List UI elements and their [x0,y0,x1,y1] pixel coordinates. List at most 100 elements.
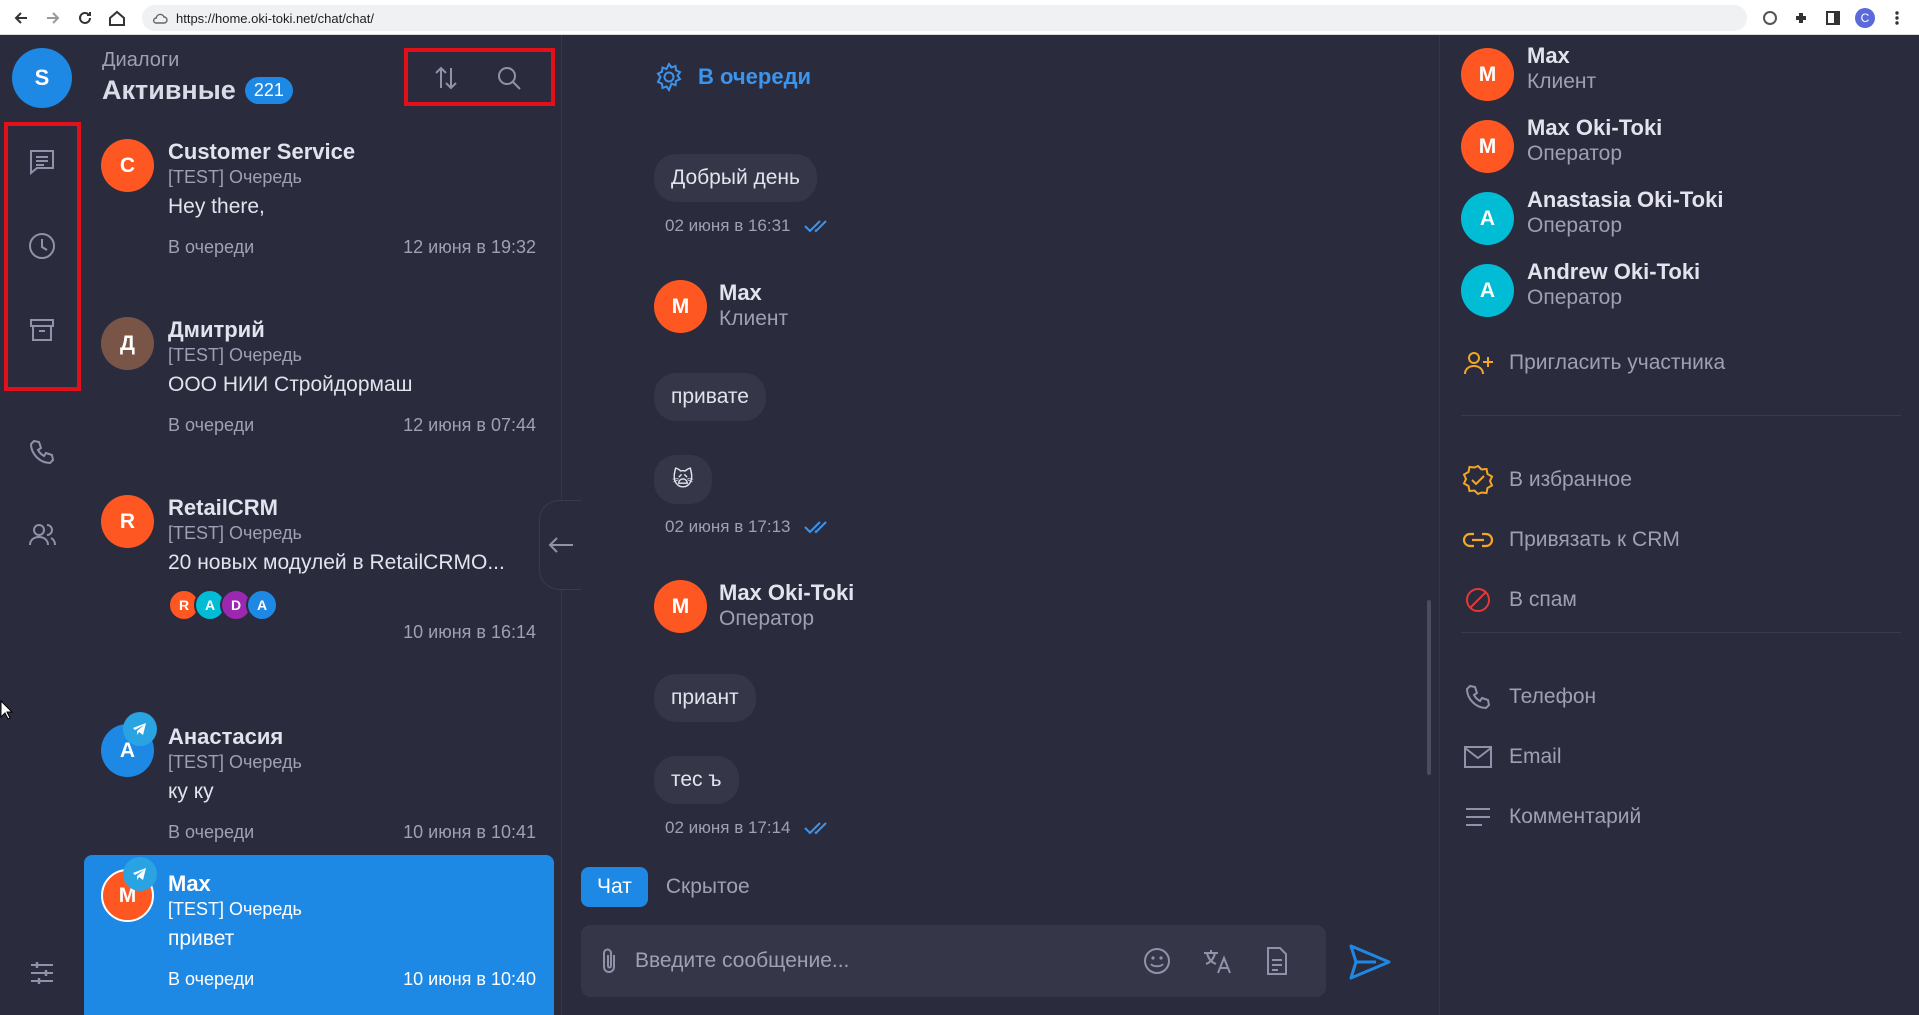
dialog-info-panel: M Max Клиент M Max Oki-Toki Оператор A A… [1439,35,1919,1015]
archive-icon[interactable] [22,310,62,350]
address-bar[interactable]: https://home.oki-toki.net/chat/chat/ [142,5,1747,31]
message-bubble: Добрый день [654,154,817,202]
section-label: Диалоги [102,49,180,71]
spam-button[interactable]: В спам [1461,583,1577,617]
dialog-name: Анастасия [168,724,284,749]
dialog-name: RetailCRM [168,495,279,520]
tab-chat[interactable]: Чат [581,867,648,907]
participant-role: Оператор [1527,214,1623,237]
profile-avatar[interactable]: C [1854,7,1876,29]
chat-area: В очереди Добрый день 02 июня в 16:31 M … [562,35,1439,1015]
dialog-status: В очереди [168,415,255,435]
dialog-queue: [TEST] Очередь [168,899,302,919]
favorite-button[interactable]: В избранное [1461,463,1632,497]
url-text: https://home.oki-toki.net/chat/chat/ [176,10,374,26]
mouse-cursor-icon [0,700,14,720]
reload-icon[interactable] [72,5,98,31]
back-icon[interactable] [8,5,34,31]
participant-name: Andrew Oki-Toki [1527,259,1701,284]
puzzle-icon[interactable] [1790,7,1812,29]
extension-icon[interactable] [1759,7,1781,29]
comment-field[interactable]: Комментарий [1461,800,1641,834]
sender-role: Клиент [719,307,789,330]
send-button[interactable] [1345,937,1395,987]
email-field[interactable]: Email [1461,740,1562,774]
paperclip-icon[interactable] [591,943,627,979]
participant-role: Клиент [1527,70,1597,93]
avatar: Д [101,317,154,370]
phone-field[interactable]: Телефон [1461,680,1596,714]
settings-sliders-icon[interactable] [22,953,62,993]
dialog-time: 12 июня в 07:44 [403,415,536,435]
participant-role: Оператор [1527,286,1623,309]
message-timestamp: 02 июня в 16:31 [665,216,835,236]
phone-icon[interactable] [22,432,62,472]
badge-check-icon [1461,463,1495,497]
timestamp-text: 02 июня в 17:14 [665,818,791,837]
history-icon[interactable] [22,226,62,266]
avatar: A [1461,192,1514,245]
sender-name: Max Oki-Toki [719,580,855,605]
participant-name: Anastasia Oki-Toki [1527,187,1724,212]
dialog-status: В очереди [168,822,255,842]
divider [1461,415,1901,416]
chat-icon[interactable] [22,142,62,182]
document-icon[interactable] [1259,943,1295,979]
participant-role: Оператор [1527,142,1623,165]
emoji-icon[interactable] [1139,943,1175,979]
scrollbar[interactable] [1427,600,1431,775]
chat-app: S Диалоги Активные 221 C Customer Servic… [0,35,1919,1015]
spam-label: В спам [1509,588,1577,611]
message-timestamp: 02 июня в 17:14 [665,818,835,838]
link-icon [1461,523,1495,557]
dialog-item[interactable]: R RetailCRM [TEST] Очередь 20 новых моду… [84,483,554,683]
dialog-status: В очереди [168,969,255,989]
gear-icon [656,62,682,92]
user-avatar[interactable]: S [12,48,72,108]
email-label: Email [1509,745,1562,768]
mail-icon [1461,740,1495,774]
nav-rail: S [0,35,84,1015]
dialog-item[interactable]: C Customer Service [TEST] Очередь Hey th… [84,127,554,299]
dialog-last-message: 20 новых модулей в RetailCRMО... [168,551,505,574]
menu-icon[interactable] [1886,7,1908,29]
search-icon[interactable] [493,62,525,94]
contacts-icon[interactable] [22,515,62,555]
dialog-time: 12 июня в 19:32 [403,237,536,257]
link-crm-button[interactable]: Привязать к CRM [1461,523,1680,557]
dialog-queue: [TEST] Очередь [168,345,302,365]
tab-hidden[interactable]: Скрытое [650,867,766,907]
avatar: M [654,580,707,633]
sort-icon[interactable] [430,62,462,94]
phone-icon [1461,680,1495,714]
dialog-item-selected[interactable]: M Max [TEST] Очередь привет В очереди 10… [84,855,554,1015]
telegram-icon [123,712,157,746]
message-input[interactable] [635,943,1115,979]
dialog-queue: [TEST] Очередь [168,752,302,772]
lines-icon [1461,800,1495,834]
message-bubble: приант [654,674,756,722]
sender-role: Оператор [719,607,815,630]
double-check-icon [803,220,827,233]
avatar: C [101,139,154,192]
timestamp-text: 02 июня в 16:31 [665,216,791,235]
crm-label: Привязать к CRM [1509,528,1680,551]
participant-avatars: R A D A [168,589,278,621]
message-bubble: тес ъ [654,756,739,804]
queue-status-label: В очереди [698,64,812,89]
invite-participant-button[interactable]: Пригласить участника [1461,346,1725,380]
dialog-name: Max [168,871,211,896]
translate-icon[interactable] [1199,943,1235,979]
home-icon[interactable] [104,5,130,31]
participant-name: Max [1527,43,1570,68]
avatar: A [246,589,278,621]
queue-status-button[interactable]: В очереди [654,62,811,92]
dialog-last-message: Hey there, [168,195,265,218]
forward-icon[interactable] [40,5,66,31]
sender-name: Max [719,280,762,305]
list-title[interactable]: Активные 221 [102,75,293,106]
message-bubble: привате [654,373,766,421]
sidepanel-icon[interactable] [1822,7,1844,29]
dialog-item[interactable]: Д Дмитрий [TEST] Очередь ООО НИИ Стройдо… [84,305,554,477]
avatar: M [1461,120,1514,173]
